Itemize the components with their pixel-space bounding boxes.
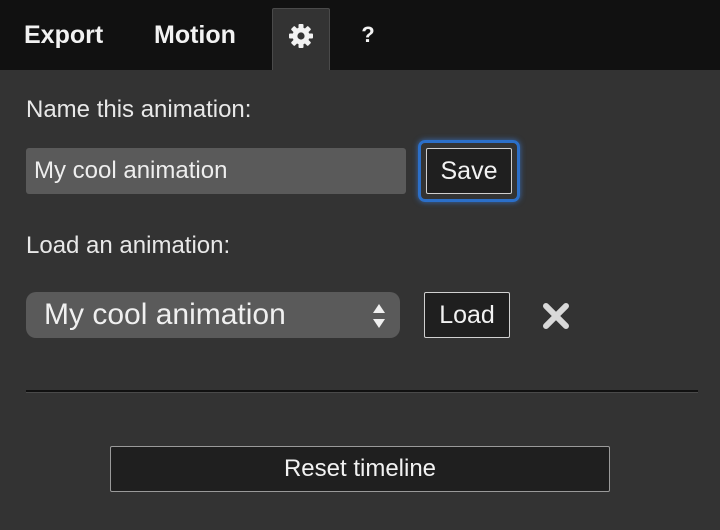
tab-help-label: ?	[361, 22, 375, 47]
animation-name-input[interactable]	[26, 148, 406, 194]
load-animation-label: Load an animation:	[26, 232, 231, 259]
gear-icon	[288, 23, 314, 49]
tab-bar: Export Motion ?	[0, 0, 720, 70]
animation-select-value: My cool animation	[44, 298, 286, 331]
reset-timeline-button[interactable]: Reset timeline	[110, 446, 610, 492]
tab-export[interactable]: Export	[24, 0, 108, 70]
animation-select[interactable]: My cool animation	[26, 292, 400, 338]
load-button[interactable]: Load	[424, 292, 510, 338]
save-button-focus-ring: Save	[418, 140, 520, 202]
section-divider	[26, 390, 698, 393]
save-button[interactable]: Save	[426, 148, 512, 194]
tab-help[interactable]: ?	[352, 0, 384, 70]
tab-settings[interactable]	[272, 8, 330, 70]
select-arrows-icon	[372, 303, 386, 337]
tab-motion-label: Motion	[154, 20, 236, 49]
tab-export-label: Export	[24, 20, 104, 49]
tab-motion[interactable]: Motion	[154, 0, 244, 70]
name-animation-label: Name this animation:	[26, 96, 252, 123]
close-icon[interactable]	[541, 301, 571, 331]
